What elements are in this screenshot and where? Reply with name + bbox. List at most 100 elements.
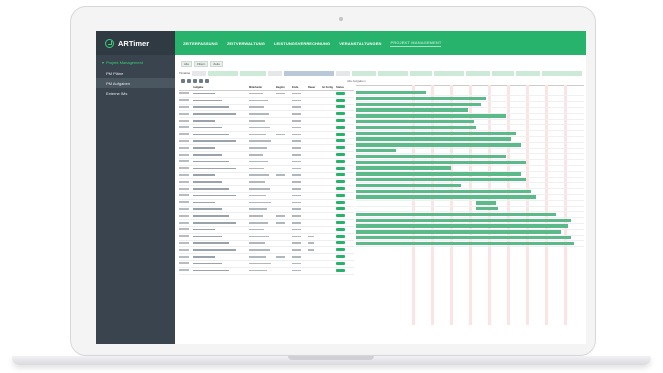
nav-projekt-management[interactable]: PROJEKT MANAGEMENT <box>390 40 442 47</box>
timeline-chip[interactable] <box>516 70 541 76</box>
gantt-task-bar[interactable] <box>356 137 511 141</box>
timeline-chip[interactable] <box>268 70 283 76</box>
column-header[interactable]: Mitarbeiter <box>249 86 276 89</box>
row-actions[interactable] <box>179 228 193 231</box>
table-row[interactable] <box>179 166 354 173</box>
column-header[interactable]: Ende <box>292 86 308 89</box>
gantt-task-bar[interactable] <box>356 149 396 153</box>
row-actions[interactable] <box>179 235 193 238</box>
table-row[interactable] <box>179 111 354 119</box>
nav-zeiterfassung[interactable]: ZEITERFASSUNG <box>183 41 218 46</box>
table-row[interactable] <box>179 139 354 146</box>
row-actions[interactable] <box>179 207 193 211</box>
column-header[interactable]: Aufgabe <box>193 86 249 89</box>
gantt-task-bar[interactable] <box>356 236 571 240</box>
table-row[interactable] <box>179 91 354 98</box>
gantt-task-bar[interactable] <box>356 212 556 217</box>
gantt-task-bar[interactable] <box>356 224 568 228</box>
row-actions[interactable] <box>179 153 193 157</box>
timeline-chip[interactable] <box>542 70 583 76</box>
table-row[interactable] <box>179 173 354 180</box>
row-actions[interactable] <box>179 201 193 204</box>
filter-chip-all[interactable]: Alle <box>181 61 193 67</box>
timeline-chip[interactable] <box>336 70 351 76</box>
column-header[interactable]: Status <box>336 86 348 89</box>
row-actions[interactable] <box>179 160 193 163</box>
gantt-task-bar[interactable] <box>356 114 506 118</box>
gantt-task-bar[interactable] <box>356 102 481 106</box>
row-actions[interactable] <box>179 99 193 102</box>
row-actions[interactable] <box>179 119 193 123</box>
sidebar-item-pm-aufgaben[interactable]: PM Aufgaben <box>96 78 175 88</box>
timeline-chip[interactable] <box>466 70 491 76</box>
export-icon[interactable] <box>205 79 209 83</box>
row-actions[interactable] <box>179 248 193 252</box>
column-header[interactable]: Beginn <box>276 86 292 89</box>
table-row[interactable] <box>179 145 354 153</box>
row-actions[interactable] <box>179 126 193 129</box>
nav-veranstaltungen[interactable]: VERANSTALTUNGEN <box>339 41 381 46</box>
table-row[interactable] <box>179 207 354 214</box>
timeline-chip[interactable] <box>284 70 335 76</box>
table-row[interactable] <box>179 125 354 132</box>
gantt-task-bar[interactable] <box>356 154 506 159</box>
timeline-chip[interactable] <box>492 70 515 76</box>
table-row[interactable] <box>179 179 354 187</box>
row-actions[interactable] <box>179 167 193 170</box>
row-actions[interactable] <box>179 221 193 225</box>
gantt-task-bar[interactable] <box>356 91 426 95</box>
timeline-chip[interactable] <box>434 70 465 76</box>
table-row[interactable] <box>179 132 354 139</box>
row-actions[interactable] <box>179 262 193 265</box>
row-actions[interactable] <box>179 269 193 272</box>
gantt-task-bar[interactable] <box>356 160 526 164</box>
gantt-task-bar[interactable] <box>356 189 531 193</box>
row-actions[interactable] <box>179 255 193 259</box>
add-icon[interactable] <box>181 79 185 83</box>
timeline-chip[interactable] <box>208 70 239 76</box>
gantt-task-bar[interactable] <box>356 125 476 130</box>
row-actions[interactable] <box>179 173 193 177</box>
gantt-task-bar[interactable] <box>356 166 451 170</box>
gantt-task-bar[interactable] <box>356 241 574 246</box>
table-row[interactable] <box>179 268 354 275</box>
gantt-task-bar[interactable] <box>356 131 516 135</box>
table-row[interactable] <box>179 254 354 261</box>
timeline-chip[interactable] <box>192 70 207 76</box>
gantt-task-bar[interactable] <box>356 218 571 222</box>
table-row[interactable] <box>179 105 354 112</box>
table-row[interactable] <box>179 159 354 166</box>
timeline-chip[interactable] <box>378 70 409 76</box>
table-row[interactable] <box>179 118 354 125</box>
timeline-chip[interactable] <box>352 70 377 76</box>
table-row[interactable] <box>179 247 354 255</box>
column-header[interactable]: Ist Fertig <box>322 86 336 89</box>
sidebar-item-externe-ims[interactable]: Externe IMs <box>96 88 175 98</box>
timeline-chip[interactable] <box>410 70 433 76</box>
timeline-chip[interactable] <box>240 70 267 76</box>
row-actions[interactable] <box>179 180 193 184</box>
row-actions[interactable] <box>179 139 193 143</box>
table-row[interactable] <box>179 241 354 248</box>
edit-icon[interactable] <box>187 79 191 83</box>
gantt-task-bar[interactable] <box>356 183 461 188</box>
row-actions[interactable] <box>179 187 193 191</box>
row-actions[interactable] <box>179 92 193 95</box>
row-actions[interactable] <box>179 194 193 197</box>
table-row[interactable] <box>179 98 354 105</box>
gantt-task-bar[interactable] <box>356 178 526 182</box>
gantt-task-bar[interactable] <box>356 195 536 199</box>
table-row[interactable] <box>179 200 354 207</box>
table-row[interactable] <box>179 213 354 221</box>
gantt-task-bar[interactable] <box>356 120 474 124</box>
row-actions[interactable] <box>179 241 193 245</box>
gantt-task-bar[interactable] <box>356 143 521 147</box>
column-header[interactable]: Dauer <box>308 86 322 89</box>
delete-icon[interactable] <box>193 79 197 83</box>
filter-chip-row[interactable]: Zeile <box>210 61 223 67</box>
settings-icon[interactable] <box>199 79 203 83</box>
gantt-task-bar[interactable] <box>356 172 521 176</box>
row-actions[interactable] <box>179 214 193 218</box>
filter-chip-filter[interactable]: Filtern <box>194 61 209 67</box>
gantt-task-bar[interactable] <box>476 201 496 205</box>
